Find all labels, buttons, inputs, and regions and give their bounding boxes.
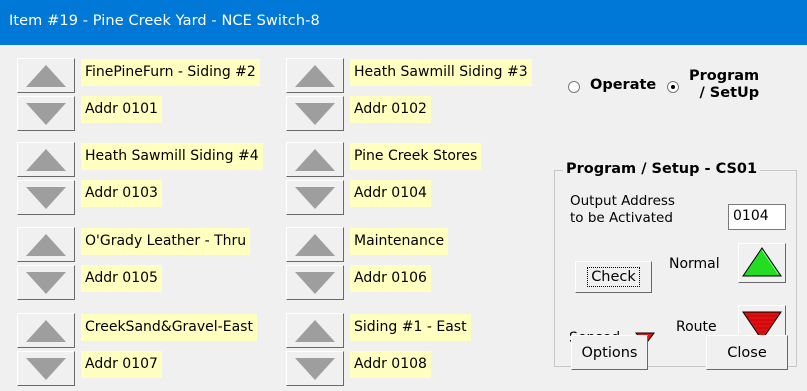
switch-item-1: FinePineFurn - Siding #2 Addr 0101 [17,58,281,136]
program-setup-radio[interactable]: Program / SetUp [667,68,759,102]
switch-1-down-button[interactable] [17,96,75,131]
switch-6-addr: Addr 0106 [350,265,431,292]
switch-6-label: Maintenance [350,228,449,255]
route-label: Route [676,319,717,335]
switch-3-up-button[interactable] [17,142,75,177]
triangle-up-icon [295,64,335,87]
operate-radio-circle[interactable] [568,81,580,93]
check-button-label: Check [587,267,640,287]
switch-8-addr: Addr 0108 [350,351,431,378]
operate-radio[interactable]: Operate [568,77,656,93]
output-address-input[interactable]: 0104 [728,204,786,230]
title-bar[interactable]: Item #19 - Pine Creek Yard - NCE Switch-… [0,0,807,45]
output-address-label-line1: Output Address [570,193,675,209]
switch-4-down-button[interactable] [286,180,344,215]
program-setup-radio-circle[interactable] [667,81,679,93]
triangle-down-icon [26,102,66,125]
dialog-client: FinePineFurn - Siding #2 Addr 0101 Heath… [0,45,807,391]
switch-item-2: Heath Sawmill Siding #3 Addr 0102 [286,58,550,136]
triangle-down-icon [295,271,335,294]
switch-5-up-button[interactable] [17,227,75,262]
switch-8-up-button[interactable] [286,313,344,348]
program-setup-radio-text: Program / SetUp [689,68,759,102]
normal-button[interactable] [738,243,786,283]
triangle-down-icon [295,186,335,209]
switch-5-label: O'Grady Leather - Thru [81,228,251,255]
switch-item-7: CreekSand&Gravel-East Addr 0107 [17,313,281,391]
triangle-up-icon [26,233,66,256]
window-title: Item #19 - Pine Creek Yard - NCE Switch-… [9,13,320,29]
switch-item-5: O'Grady Leather - Thru Addr 0105 [17,227,281,305]
switch-8-down-button[interactable] [286,351,344,386]
triangle-down-icon [26,186,66,209]
program-setup-group-title: Program / Setup - CS01 [563,161,761,177]
triangle-up-icon [26,64,66,87]
green-up-arrow-icon [742,247,782,277]
setup-label: / SetUp [699,85,760,101]
switch-4-up-button[interactable] [286,142,344,177]
triangle-up-icon [26,148,66,171]
switch-1-label: FinePineFurn - Siding #2 [81,59,260,86]
switch-7-down-button[interactable] [17,351,75,386]
switch-6-down-button[interactable] [286,265,344,300]
triangle-up-icon [26,319,66,342]
switch-3-addr: Addr 0103 [81,180,162,207]
output-address-label: Output Address to be Activated [570,193,675,227]
triangle-up-icon [295,233,335,256]
switch-5-down-button[interactable] [17,265,75,300]
switch-4-addr: Addr 0104 [350,180,431,207]
switch-3-down-button[interactable] [17,180,75,215]
normal-label: Normal [669,256,720,272]
switch-2-addr: Addr 0102 [350,96,431,123]
triangle-up-icon [295,148,335,171]
switch-6-up-button[interactable] [286,227,344,262]
close-button[interactable]: Close [706,335,788,370]
options-button[interactable]: Options [571,335,648,370]
switch-1-up-button[interactable] [17,58,75,93]
switch-7-up-button[interactable] [17,313,75,348]
triangle-down-icon [26,357,66,380]
check-button[interactable]: Check [575,261,652,293]
triangle-down-icon [26,271,66,294]
triangle-up-icon [295,319,335,342]
operate-label: Operate [590,77,657,93]
switch-item-4: Pine Creek Stores Addr 0104 [286,142,550,220]
switch-7-addr: Addr 0107 [81,351,162,378]
triangle-down-icon [295,102,335,125]
program-label: Program [689,68,760,84]
switch-3-label: Heath Sawmill Siding #4 [81,143,263,170]
switch-2-label: Heath Sawmill Siding #3 [350,59,532,86]
switch-item-8: Siding #1 - East Addr 0108 [286,313,550,391]
triangle-down-icon [295,357,335,380]
switch-8-label: Siding #1 - East [350,314,471,341]
output-address-label-line2: to be Activated [570,210,673,226]
switch-1-addr: Addr 0101 [81,96,162,123]
switch-2-up-button[interactable] [286,58,344,93]
switch-item-3: Heath Sawmill Siding #4 Addr 0103 [17,142,281,220]
switch-item-6: Maintenance Addr 0106 [286,227,550,305]
switch-4-label: Pine Creek Stores [350,143,482,170]
switch-5-addr: Addr 0105 [81,265,162,292]
switch-7-label: CreekSand&Gravel-East [81,314,257,341]
switch-2-down-button[interactable] [286,96,344,131]
